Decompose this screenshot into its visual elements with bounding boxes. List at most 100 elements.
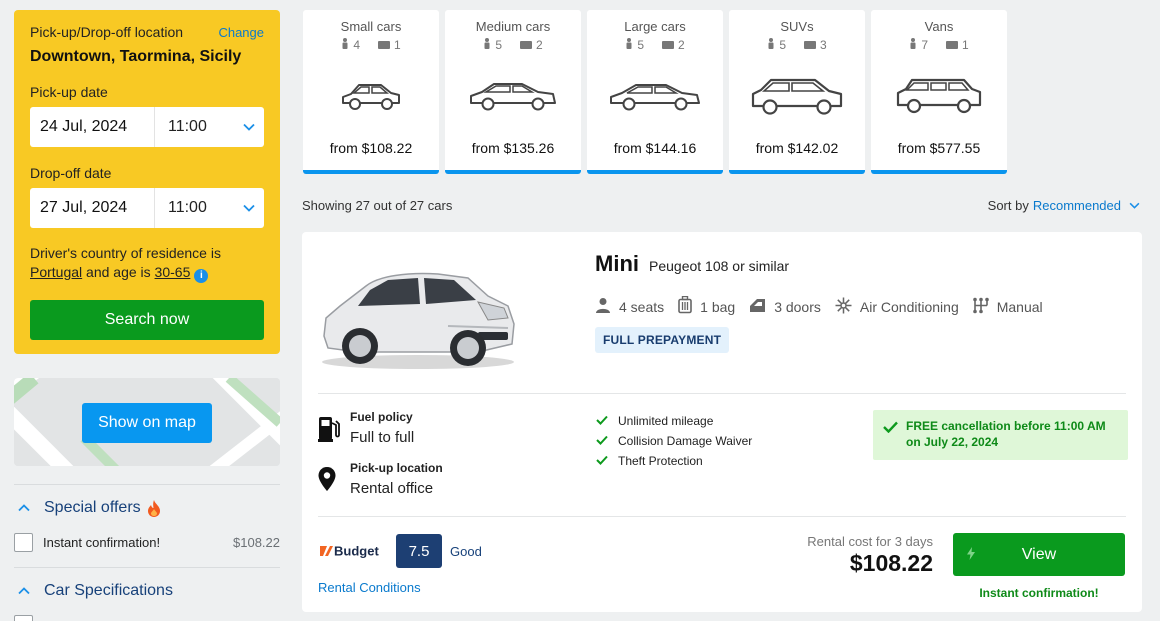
category-capacity: 5 3 — [729, 38, 865, 52]
location-pin-icon — [318, 467, 350, 496]
change-location-link[interactable]: Change — [218, 25, 264, 40]
transmission-text: Manual — [996, 298, 1043, 315]
list-item: Unlimited mileage — [596, 411, 752, 431]
bag-icon — [662, 38, 674, 52]
bag-icon — [520, 38, 532, 52]
pickup-date-field[interactable]: 24 Jul, 2024 11:00 — [30, 107, 264, 147]
pickup-date-value[interactable]: 24 Jul, 2024 — [30, 107, 155, 147]
location-value: Downtown, Taormina, Sicily — [30, 48, 242, 65]
chevron-down-icon[interactable] — [1129, 202, 1140, 209]
pickup-location-title: Pick-up location — [350, 461, 443, 475]
location-label: Pick-up/Drop-off location — [30, 24, 184, 40]
free-cancellation-text: FREE cancellation before 11:00 AM on Jul… — [906, 419, 1106, 449]
category-price: from $135.26 — [471, 140, 555, 156]
dropoff-time-value[interactable]: 11:00 — [155, 199, 234, 217]
instant-confirmation-filter[interactable]: Instant confirmation! $108.22 — [14, 533, 280, 552]
inclusions-list: Unlimited mileage Collision Damage Waive… — [596, 411, 752, 471]
view-button[interactable]: View — [953, 533, 1125, 576]
bags-text: 1 bag — [700, 298, 736, 315]
bag-count: 1 — [394, 38, 401, 52]
rental-conditions-link[interactable]: Rental Conditions — [318, 580, 421, 595]
spec-seats: 4 seats — [595, 297, 664, 316]
rating-score: 7.5 — [396, 534, 442, 568]
category-name: Vans — [924, 19, 954, 34]
lightning-icon — [967, 547, 975, 565]
info-icon[interactable]: i — [194, 269, 209, 283]
chevron-up-icon[interactable] — [14, 504, 44, 512]
bag-icon — [946, 38, 958, 52]
chevron-down-icon[interactable] — [234, 123, 264, 131]
person-icon — [909, 38, 917, 52]
person-icon — [595, 297, 611, 316]
doors-text: 3 doors — [774, 298, 821, 315]
car-category-strip: Small cars 4 1 from $108.22 Medium cars … — [303, 10, 1007, 174]
special-offers-label: Special offers — [44, 499, 141, 516]
fuel-policy: Fuel policy Full to full — [318, 410, 414, 447]
gearshift-icon — [972, 297, 989, 317]
car-specs-label: Car Specifications — [44, 582, 173, 599]
category-card-suv[interactable]: SUVs 5 3 from $142.02 — [729, 10, 865, 174]
pickup-date-label: Pick-up date — [30, 84, 108, 100]
category-card-large[interactable]: Large cars 5 2 from $144.16 — [587, 10, 723, 174]
person-icon — [483, 38, 491, 52]
car-class-name: Mini — [595, 251, 639, 276]
country-link[interactable]: Portugal — [30, 264, 82, 280]
car-spec-filter-item[interactable] — [14, 615, 280, 621]
chevron-up-icon[interactable] — [14, 587, 44, 595]
spec-doors: 3 doors — [749, 298, 821, 316]
sort-control[interactable]: Sort by Recommended — [988, 198, 1140, 213]
instant-confirmation-note: Instant confirmation! — [979, 586, 1099, 600]
supplier-name: Budget — [334, 544, 379, 559]
seat-count: 4 — [353, 38, 360, 52]
results-count: Showing 27 out of 27 cars — [302, 198, 453, 213]
divider — [14, 567, 280, 568]
person-icon — [341, 38, 349, 52]
dropoff-date-label: Drop-off date — [30, 165, 112, 181]
category-name: Small cars — [340, 19, 402, 34]
residence-text: Driver's country of residence is Portuga… — [30, 244, 264, 283]
category-name: Medium cars — [475, 19, 551, 34]
divider — [14, 484, 280, 485]
category-price: from $142.02 — [755, 140, 839, 156]
check-icon — [596, 434, 618, 448]
map-preview[interactable]: Show on map — [14, 378, 280, 466]
category-card-small[interactable]: Small cars 4 1 from $108.22 — [303, 10, 439, 174]
category-price: from $577.55 — [897, 140, 981, 156]
dropoff-date-value[interactable]: 27 Jul, 2024 — [30, 188, 155, 228]
check-icon — [596, 414, 618, 428]
sort-value[interactable]: Recommended — [1033, 198, 1121, 213]
pickup-time-value[interactable]: 11:00 — [155, 118, 234, 136]
special-offers-header[interactable]: Special offers — [14, 499, 280, 517]
dropoff-date-field[interactable]: 27 Jul, 2024 11:00 — [30, 188, 264, 228]
prepayment-badge: FULL PREPAYMENT — [595, 327, 730, 353]
fuel-policy-title: Fuel policy — [350, 410, 413, 424]
car-specs-header[interactable]: Car Specifications — [14, 582, 280, 600]
bag-icon — [804, 38, 816, 52]
chevron-down-icon[interactable] — [234, 204, 264, 212]
rental-cost-value: $108.22 — [849, 550, 933, 576]
instant-confirmation-label: Instant confirmation! — [43, 535, 161, 550]
category-card-vans[interactable]: Vans 7 1 from $577.55 — [871, 10, 1007, 174]
seat-count: 5 — [779, 38, 786, 52]
list-item: Collision Damage Waiver — [596, 431, 752, 451]
search-now-button[interactable]: Search now — [30, 300, 264, 340]
show-on-map-button[interactable]: Show on map — [82, 403, 212, 443]
budget-logo: Budget — [320, 543, 386, 564]
suv-icon — [729, 64, 865, 128]
car-spec-checkbox[interactable] — [14, 615, 33, 621]
age-prefix: and age is — [86, 264, 151, 280]
snowflake-icon — [835, 297, 852, 317]
van-icon — [871, 64, 1007, 128]
divider — [318, 393, 1126, 394]
age-link[interactable]: 30-65 — [155, 264, 191, 280]
car-specs: 4 seats 1 bag 3 doors Air Conditioning M… — [595, 295, 1057, 317]
category-capacity: 5 2 — [445, 38, 581, 52]
person-icon — [767, 38, 775, 52]
category-card-medium[interactable]: Medium cars 5 2 from $135.26 — [445, 10, 581, 174]
car-result-card: Mini Peugeot 108 or similar 4 seats 1 ba… — [302, 232, 1142, 612]
instant-confirmation-checkbox[interactable] — [14, 533, 33, 552]
list-item: Theft Protection — [596, 451, 752, 471]
sort-label: Sort by — [987, 198, 1029, 213]
instant-confirmation-price: $108.22 — [233, 535, 280, 550]
category-price: from $144.16 — [613, 140, 697, 156]
